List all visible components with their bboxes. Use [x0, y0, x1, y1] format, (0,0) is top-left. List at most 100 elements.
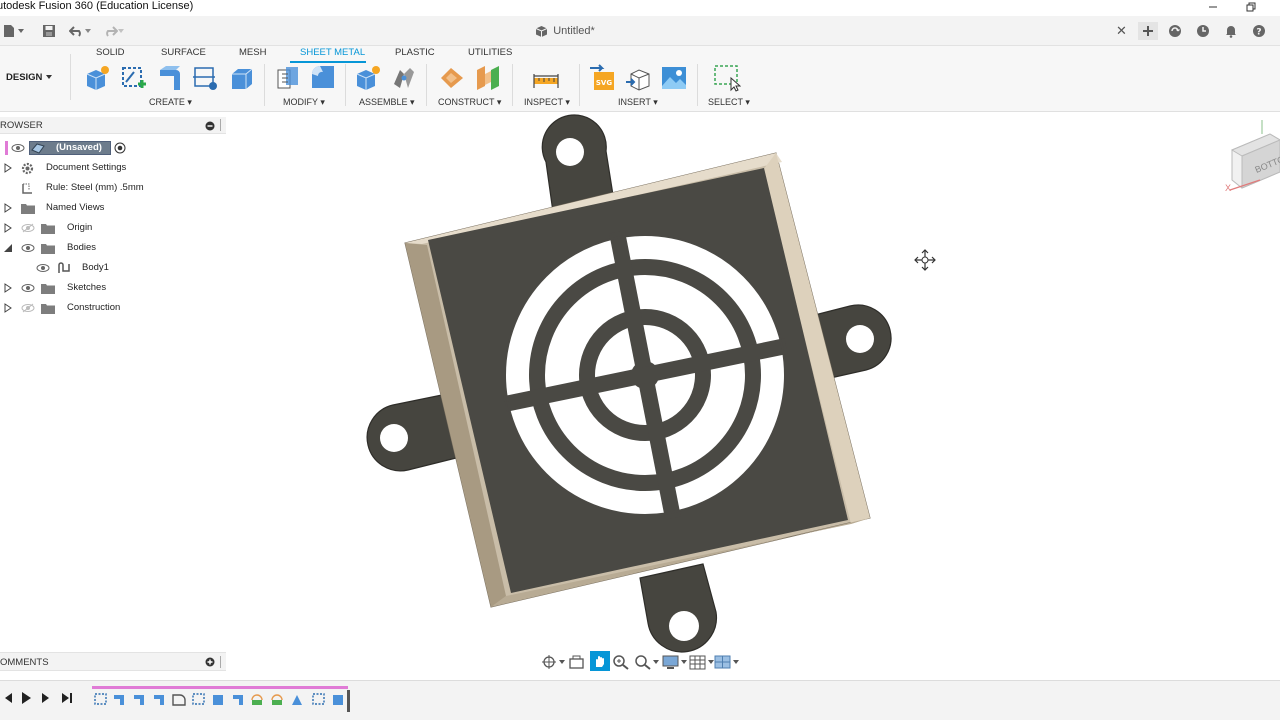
flange-icon[interactable]	[156, 64, 184, 92]
select-menu[interactable]: SELECT ▾	[708, 97, 750, 108]
eye-hidden-icon[interactable]	[21, 223, 35, 233]
step-back-icon[interactable]	[2, 691, 14, 705]
eye-hidden-icon[interactable]	[21, 303, 35, 313]
insert-menu[interactable]: INSERT ▾	[618, 97, 658, 108]
window-select-icon[interactable]	[713, 64, 741, 92]
construct-menu[interactable]: CONSTRUCT ▾	[438, 97, 501, 108]
browser-item-label: Named Views	[46, 202, 105, 213]
insert-mesh-icon[interactable]	[625, 64, 653, 92]
inspect-label: INSPECT	[524, 97, 563, 107]
insert-svg-icon[interactable]: SVG	[588, 64, 616, 92]
browser-item-label: Document Settings	[46, 162, 127, 173]
tab-mesh[interactable]: MESH	[239, 47, 266, 58]
notifications-icon[interactable]	[1222, 22, 1240, 40]
browser-item-origin[interactable]: Origin	[0, 219, 226, 237]
document-title: Untitled*	[553, 25, 595, 37]
title-bar: utodesk Fusion 360 (Education License)	[0, 0, 1280, 16]
fit-zoom-icon[interactable]	[634, 654, 660, 670]
eye-icon[interactable]	[36, 263, 50, 273]
activate-radio-icon[interactable]	[114, 142, 126, 154]
extrude-icon[interactable]	[228, 64, 256, 92]
canvas-image-icon[interactable]	[660, 64, 688, 92]
play-icon[interactable]	[20, 691, 32, 705]
expand-arrow-icon[interactable]	[4, 223, 12, 233]
toolbar-ribbon: SOLID SURFACE MESH SHEET METAL PLASTIC U…	[0, 46, 1280, 112]
inspect-menu[interactable]: INSPECT ▾	[524, 97, 570, 108]
expand-arrow-icon[interactable]	[4, 203, 12, 213]
unfold-icon[interactable]	[191, 64, 219, 92]
folder-icon	[41, 304, 55, 314]
sheet-metal-rule-icon	[22, 183, 32, 194]
expand-arrow-icon[interactable]	[4, 303, 12, 313]
go-to-end-icon[interactable]	[60, 691, 74, 705]
collapse-arrow-icon[interactable]	[3, 243, 13, 253]
step-forward-icon[interactable]	[40, 691, 54, 705]
eye-icon[interactable]	[11, 143, 25, 153]
browser-item-construction[interactable]: Construction	[0, 299, 226, 317]
browser-item-sketches[interactable]: Sketches	[0, 279, 226, 297]
browser-root[interactable]: (Unsaved)	[0, 139, 226, 157]
folder-icon	[21, 204, 35, 214]
collapse-panel-icon[interactable]	[205, 121, 215, 131]
measure-icon[interactable]	[532, 64, 560, 92]
browser-item-named-views[interactable]: Named Views	[0, 199, 226, 217]
zoom-icon[interactable]	[612, 654, 630, 670]
tab-sheet-metal[interactable]: SHEET METAL	[300, 47, 365, 58]
timeline-track[interactable]	[92, 686, 350, 712]
viewports-icon[interactable]	[714, 654, 740, 670]
offset-plane-icon[interactable]	[438, 64, 466, 92]
timeline	[0, 680, 1280, 720]
expand-arrow-icon[interactable]	[4, 283, 12, 293]
grid-icon[interactable]	[689, 654, 715, 670]
display-settings-icon[interactable]	[662, 654, 688, 670]
browser-item-body1[interactable]: Body1	[0, 259, 226, 277]
new-component-icon[interactable]	[84, 64, 112, 92]
folder-icon	[41, 284, 55, 294]
orbit-icon[interactable]	[540, 654, 566, 670]
modify-menu[interactable]: MODIFY ▾	[283, 97, 325, 108]
browser-item-rule[interactable]: Rule: Steel (mm) .5mm	[0, 179, 226, 197]
comments-panel[interactable]: OMMENTS	[0, 652, 226, 671]
fusion-360-window: utodesk Fusion 360 (Education License) U…	[0, 0, 1280, 720]
browser-item-label: Body1	[82, 262, 109, 273]
insert-label: INSERT	[618, 97, 651, 107]
joint-icon[interactable]	[390, 64, 418, 92]
look-at-icon[interactable]	[568, 654, 586, 670]
tab-utilities[interactable]: UTILITIES	[468, 47, 512, 58]
document-tab[interactable]: Untitled*	[0, 16, 1130, 46]
eye-icon[interactable]	[21, 243, 35, 253]
browser-item-label: Sketches	[67, 282, 107, 293]
navigation-bar	[540, 651, 740, 673]
tab-surface[interactable]: SURFACE	[161, 47, 206, 58]
online-status-icon[interactable]	[1166, 22, 1184, 40]
expand-arrow-icon[interactable]	[4, 163, 12, 173]
eye-icon[interactable]	[21, 283, 35, 293]
svg-text:SVG: SVG	[596, 79, 612, 87]
group-divider	[345, 64, 346, 106]
panel-pin-icon[interactable]	[220, 656, 226, 668]
fillet-icon[interactable]	[309, 64, 337, 92]
view-cube[interactable]: BOTTOM X	[1222, 120, 1280, 200]
job-status-icon[interactable]	[1194, 22, 1212, 40]
create-sketch-icon[interactable]	[120, 64, 148, 92]
close-icon[interactable]: ✕	[1116, 23, 1127, 39]
tab-solid[interactable]: SOLID	[96, 47, 125, 58]
create-menu[interactable]: CREATE ▾	[149, 97, 192, 108]
press-pull-icon[interactable]	[274, 64, 302, 92]
tab-plastic[interactable]: PLASTIC	[395, 47, 435, 58]
browser-item-document-settings[interactable]: Document Settings	[0, 159, 226, 177]
midplane-icon[interactable]	[474, 64, 502, 92]
browser-item-bodies[interactable]: Bodies	[0, 239, 226, 257]
chevron-down-icon	[46, 75, 53, 79]
add-comment-icon[interactable]	[205, 657, 215, 667]
panel-pin-icon[interactable]	[220, 119, 226, 131]
restore-icon[interactable]	[1236, 0, 1266, 14]
add-tab-icon[interactable]	[1138, 22, 1158, 40]
help-icon[interactable]: ?	[1250, 22, 1268, 40]
minimize-icon[interactable]	[1198, 0, 1228, 14]
pan-button[interactable]	[590, 651, 610, 671]
assemble-menu[interactable]: ASSEMBLE ▾	[359, 97, 415, 108]
new-component-assemble-icon[interactable]	[354, 64, 382, 92]
workspace-switcher[interactable]: DESIGN	[0, 54, 71, 100]
browser-item-label: Construction	[67, 302, 121, 313]
